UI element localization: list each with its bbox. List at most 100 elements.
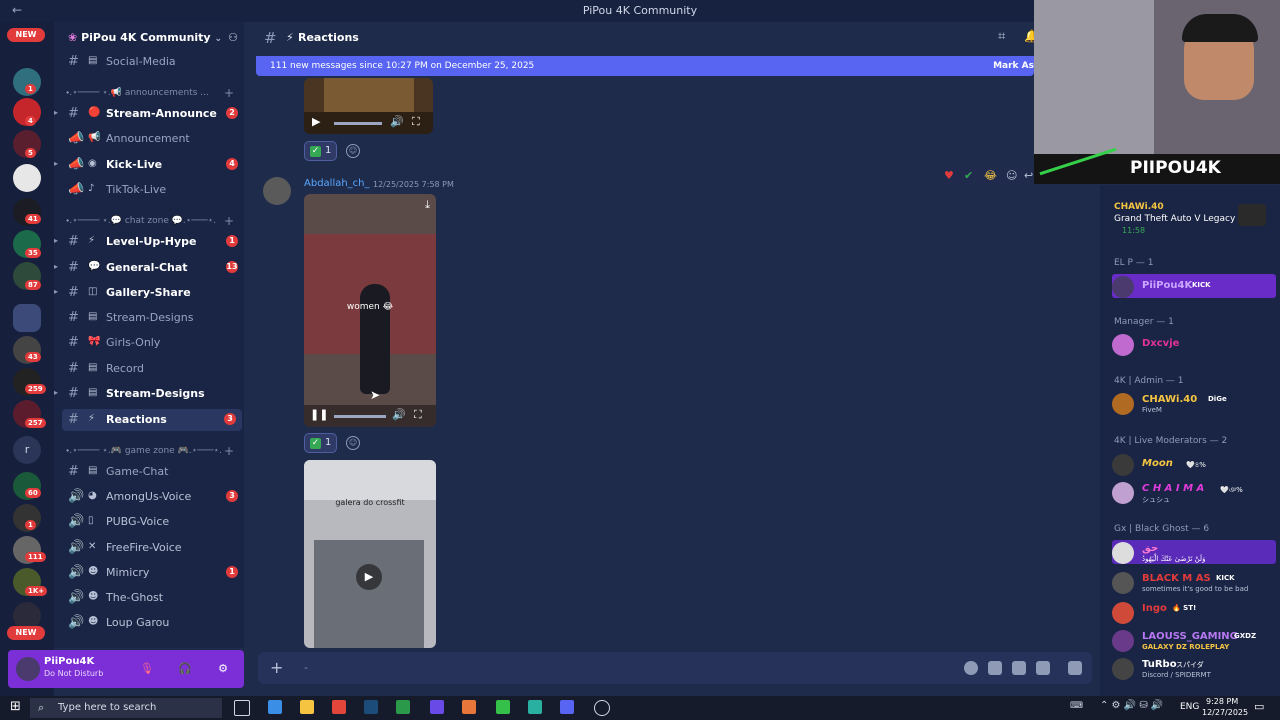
check-react-icon[interactable]: ✔ (964, 169, 973, 182)
member-row[interactable]: C H A I M A 🤍ঞ% シュシュ (1112, 480, 1276, 504)
tray-icons[interactable]: ⌃ ⚙ 🔊 ⛁ 🔊 (1100, 700, 1163, 711)
channel-level-up-hype[interactable]: ▸ # ⚡ Level-Up-Hype 1 (54, 231, 244, 253)
server-icon[interactable] (13, 164, 41, 192)
notification-icon[interactable]: ▭ (1254, 700, 1264, 713)
add-reaction-icon[interactable]: ☺ (1006, 169, 1017, 182)
deafen-icon[interactable]: 🎧 (176, 660, 194, 678)
add-channel-icon[interactable]: + (224, 444, 234, 458)
reaction-check[interactable]: ✓ 1 (304, 433, 338, 453)
member-row[interactable]: LAOUSS_GAMING GXDZ GALAXY DZ ROLEPLAY (1112, 628, 1276, 652)
member-row[interactable]: Dxcvje (1112, 332, 1276, 356)
server-name-header[interactable]: ❀ PiPou 4K Community ⌄ ⚇ (68, 31, 238, 44)
image-icon[interactable] (1036, 661, 1050, 675)
member-row[interactable]: حق وَلَنْ تَرْضَىٰ عَنْكَ الْيَهُودُ (1112, 540, 1276, 564)
channel-game-chat[interactable]: # ▤ Game-Chat (54, 461, 244, 483)
member-row[interactable]: PiiPou4K KICK (1112, 274, 1276, 298)
app-icon[interactable] (528, 700, 542, 714)
category-chat-zone[interactable]: ⬩.⋆──── ⋆.💬 chat zone 💬.⋆───⋆. + (66, 214, 238, 230)
play-icon[interactable]: ▶ (312, 115, 320, 128)
add-channel-icon[interactable]: + (224, 86, 234, 100)
add-member-icon[interactable]: ⚇ (228, 31, 238, 44)
brave-icon[interactable] (332, 700, 346, 714)
member-row[interactable]: Ingo 🔥 ST! (1112, 600, 1276, 624)
channel-girls-only[interactable]: # 🎀 Girls-Only (54, 332, 244, 354)
channel-amongus-voice[interactable]: 🔊 ◕ AmongUs-Voice 3 (54, 486, 244, 508)
clock-time[interactable]: 9:28 PM (1206, 697, 1238, 706)
file-explorer-icon[interactable] (300, 700, 314, 714)
member-row[interactable]: CHAWi.40 DiGe FiveM (1112, 391, 1276, 415)
settings-gear-icon[interactable]: ⚙ (214, 660, 232, 678)
channel-stream-announce[interactable]: ▸ # 🔴 Stream-Announce 2 (54, 103, 244, 125)
channel-announcement[interactable]: 📣 📢 Announcement (54, 128, 244, 150)
channel-social-media[interactable]: # ▤ Social-Media (54, 51, 244, 73)
video-attachment[interactable]: ▶ 🔊 ⛶ (304, 78, 433, 134)
obs-icon[interactable] (594, 700, 610, 716)
discord-icon[interactable] (560, 700, 574, 714)
channel-stream-designs-2[interactable]: ▸ # ▤ Stream-Designs (54, 383, 244, 405)
app-icon[interactable] (268, 700, 282, 714)
volume-icon[interactable]: 🔊 (392, 408, 406, 421)
member-row[interactable]: BLACK M AS KICK sometimes it's good to be … (1112, 570, 1276, 594)
fullscreen-icon[interactable]: ⛶ (414, 408, 422, 422)
pause-icon[interactable]: ❚❚ (310, 408, 328, 421)
channel-freefire-voice[interactable]: 🔊 ✕ FreeFire-Voice (54, 537, 244, 559)
mute-mic-icon[interactable]: 🎙 (138, 660, 156, 678)
app-icon[interactable] (496, 700, 510, 714)
channel-loup-garou[interactable]: 🔊 ☻ Loup Garou (54, 612, 244, 634)
app-icon[interactable] (462, 700, 476, 714)
channel-gallery-share[interactable]: ▸ # ◫ Gallery-Share (54, 282, 244, 304)
steam-icon[interactable] (364, 700, 378, 714)
message-composer[interactable]: + - (258, 652, 1092, 684)
channel-mimicry[interactable]: 🔊 ☻ Mimicry 1 (54, 562, 244, 584)
clock-date[interactable]: 12/27/2025 (1202, 708, 1248, 717)
language-indicator[interactable]: ENG (1180, 702, 1199, 712)
heart-react-icon[interactable]: ♥ (944, 169, 954, 182)
sticker-icon[interactable] (1012, 661, 1026, 675)
gif-icon[interactable] (988, 661, 1002, 675)
mark-as-read-button[interactable]: Mark As (993, 61, 1034, 71)
category-game-zone[interactable]: ⬩.⋆──── ⋆.🎮 game zone 🎮.⋆───⋆. + (66, 444, 238, 460)
video-attachment[interactable]: galera do crossfit ▶ (304, 460, 436, 648)
apps-icon[interactable] (1068, 661, 1082, 675)
download-icon[interactable]: ⤓ (425, 198, 430, 212)
avatar[interactable] (263, 177, 291, 205)
new-messages-bar[interactable]: 111 new messages since 10:27 PM on Decem… (256, 56, 1034, 76)
channel-reactions[interactable]: # ⚡ Reactions 3 (62, 409, 242, 431)
channel-pubg-voice[interactable]: 🔊 ▯ PUBG-Voice (54, 511, 244, 533)
channel-general-chat[interactable]: ▸ # 💬 General-Chat 13 (54, 257, 244, 279)
fullscreen-icon[interactable]: ⛶ (412, 115, 420, 129)
avatar[interactable] (16, 657, 40, 681)
channel-kick-live[interactable]: ▸ 📣 ◉ Kick-Live 4 (54, 154, 244, 176)
play-icon[interactable]: ▶ (356, 564, 382, 590)
video-progress[interactable] (334, 415, 386, 418)
server-letter-icon[interactable]: r (13, 436, 41, 464)
laugh-react-icon[interactable]: 😂 (984, 169, 997, 182)
task-view-icon[interactable] (234, 700, 250, 716)
member-row[interactable]: Moon 🤍৪% (1112, 452, 1276, 476)
reply-icon[interactable]: ↩ (1024, 169, 1033, 182)
channel-the-ghost[interactable]: 🔊 ☻ The-Ghost (54, 587, 244, 609)
channel-stream-designs[interactable]: # ▤ Stream-Designs (54, 307, 244, 329)
volume-icon[interactable]: 🔊 (390, 115, 404, 128)
folder-icon[interactable] (13, 304, 41, 332)
threads-icon[interactable]: ⌗ (998, 29, 1005, 44)
reaction-check[interactable]: ✓ 1 (304, 141, 338, 161)
channel-tiktok-live[interactable]: 📣 ♪ TikTok-Live (54, 179, 244, 201)
message-author[interactable]: Abdallah_ch_ (304, 178, 370, 189)
category-announcements[interactable]: ⬩.⋆──── ⋆.📢 announcements ... + (66, 86, 238, 102)
activity-card[interactable]: CHAWi.40 Grand Theft Auto V Legacy 11:58 (1114, 202, 1274, 238)
member-row[interactable]: TuRbo スパイダ Discord / SPIDERMT (1112, 656, 1276, 680)
app-icon[interactable] (396, 700, 410, 714)
emoji-icon[interactable] (964, 661, 978, 675)
windows-start-icon[interactable]: ⊞ (10, 699, 21, 714)
add-attachment-icon[interactable]: + (270, 658, 283, 677)
keyboard-icon[interactable]: ⌨ (1070, 701, 1083, 711)
composer-input[interactable]: - (304, 661, 308, 674)
app-icon[interactable] (430, 700, 444, 714)
add-reaction-icon[interactable]: ☺ (346, 144, 360, 158)
taskbar-search[interactable]: ⌕ Type here to search (30, 698, 222, 718)
channel-record[interactable]: # ▤ Record (54, 358, 244, 380)
add-reaction-icon[interactable]: ☺ (346, 436, 360, 450)
add-channel-icon[interactable]: + (224, 214, 234, 228)
video-progress[interactable] (334, 122, 382, 125)
